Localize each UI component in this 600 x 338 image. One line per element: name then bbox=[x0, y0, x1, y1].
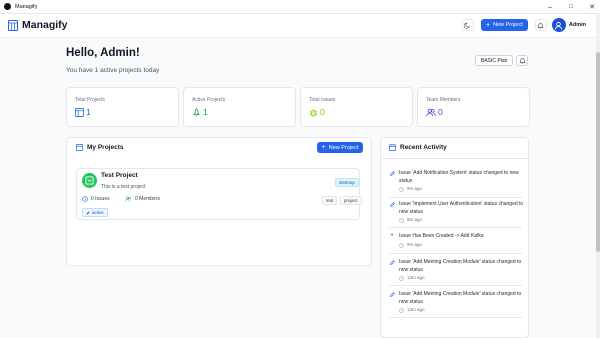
plus-icon: + bbox=[321, 144, 326, 151]
theme-toggle-button[interactable] bbox=[461, 19, 474, 31]
plus-icon: + bbox=[390, 232, 395, 239]
divider bbox=[381, 158, 528, 159]
project-description: This is a test project bbox=[101, 184, 146, 190]
clock-icon bbox=[82, 196, 88, 202]
bell-icon bbox=[537, 22, 544, 29]
moon-icon bbox=[464, 22, 471, 29]
maximize-button[interactable]: □ bbox=[567, 4, 575, 10]
clock-icon bbox=[399, 308, 404, 313]
divider bbox=[389, 197, 522, 198]
stat-card-active-projects: Active Projects 1 bbox=[183, 87, 296, 127]
edit-icon bbox=[390, 171, 395, 176]
my-projects-card: My Projects + New Project Test Project T… bbox=[66, 137, 372, 266]
activity-time: 13m ago bbox=[407, 275, 425, 280]
activity-text: Issue Has Been Created -> Add Kafka bbox=[399, 233, 484, 239]
activity-text: Issue 'Add Notification System' status c… bbox=[399, 170, 519, 184]
clock-icon bbox=[399, 276, 404, 281]
stat-value: 1 bbox=[86, 107, 91, 117]
new-project-label: New Project bbox=[493, 22, 523, 28]
new-project-button[interactable]: + New Project bbox=[480, 19, 528, 31]
project-tag: project bbox=[340, 196, 362, 205]
project-name[interactable]: Test Project bbox=[101, 172, 138, 179]
edit-icon bbox=[390, 260, 395, 265]
stat-label: Total Projects bbox=[75, 97, 106, 103]
stat-card-total-projects: Total Projects 1 bbox=[66, 87, 179, 127]
brand[interactable]: Managify bbox=[8, 19, 68, 31]
divider bbox=[389, 285, 522, 286]
window-titlebar: Managify – □ ✕ bbox=[0, 0, 600, 14]
notifications-button[interactable] bbox=[534, 19, 547, 31]
project-tag: test bbox=[322, 196, 338, 205]
project-avatar bbox=[82, 173, 97, 188]
recent-activity-card: Recent Activity Issue 'Add Notification … bbox=[380, 137, 529, 338]
stat-label: Total Issues bbox=[309, 97, 336, 103]
stat-value: 1 bbox=[203, 107, 208, 117]
kanban-logo-icon bbox=[8, 19, 18, 31]
user-icon bbox=[555, 21, 563, 30]
minimize-button[interactable]: – bbox=[546, 4, 554, 11]
users-icon bbox=[426, 108, 436, 116]
stat-value: 0 bbox=[438, 107, 443, 117]
project-status: active bbox=[92, 210, 104, 215]
window-title: Managify bbox=[15, 3, 38, 10]
edit-icon bbox=[390, 292, 395, 297]
vertical-scrollbar[interactable] bbox=[596, 14, 600, 338]
stat-label: Active Projects bbox=[192, 97, 226, 103]
plan-badge[interactable]: BASIC Plan bbox=[475, 55, 514, 66]
pencil-icon bbox=[86, 210, 90, 215]
my-projects-title: My Projects bbox=[87, 144, 124, 151]
avatar[interactable] bbox=[551, 18, 566, 32]
page-title: Hello, Admin! bbox=[66, 47, 140, 59]
plus-icon: + bbox=[486, 21, 491, 29]
stat-label: Team Members bbox=[426, 97, 461, 103]
project-glyph-icon bbox=[85, 176, 94, 185]
clock-icon bbox=[399, 218, 404, 223]
scrollbar-thumb[interactable] bbox=[596, 52, 600, 252]
stat-card-team-members: Team Members 0 bbox=[417, 87, 530, 127]
app-header: Managify + New Project Admin bbox=[0, 14, 596, 38]
app-icon bbox=[4, 3, 11, 10]
activity-time: 9m ago bbox=[407, 242, 423, 247]
bug-icon bbox=[309, 109, 318, 117]
edit-icon bbox=[390, 202, 395, 207]
recent-activity-title: Recent Activity bbox=[400, 144, 447, 151]
stat-value: 0 bbox=[320, 107, 325, 117]
divider bbox=[389, 253, 522, 254]
header-actions: + New Project Admin bbox=[461, 18, 596, 32]
clock-icon bbox=[399, 243, 404, 248]
divider bbox=[389, 227, 522, 228]
activity-time: 9m ago bbox=[407, 217, 423, 222]
activity-text: Issue 'Add Meeting Creation Module' stat… bbox=[399, 291, 522, 305]
divider bbox=[389, 317, 522, 318]
activity-time: 9m ago bbox=[407, 186, 423, 191]
project-status-badge: active bbox=[82, 208, 108, 217]
activity-text: Issue 'Add Meeting Creation Module' stat… bbox=[399, 259, 522, 273]
brand-name: Managify bbox=[22, 19, 68, 31]
window-controls: – □ ✕ bbox=[546, 0, 596, 14]
clock-icon bbox=[399, 187, 404, 192]
activity-time: 13m ago bbox=[407, 307, 425, 312]
calendar-icon bbox=[389, 144, 396, 151]
project-card[interactable]: Test Project This is a test project desk… bbox=[76, 168, 362, 220]
projects-icon bbox=[75, 107, 84, 117]
users-icon bbox=[125, 196, 131, 202]
project-issues-count: 0 Issues bbox=[91, 196, 110, 202]
main-content: Hello, Admin! You have 1 active projects… bbox=[0, 38, 596, 338]
rocket-icon bbox=[193, 107, 200, 117]
activity-text: Issue 'Implement User Authentication' st… bbox=[399, 201, 524, 215]
folder-icon bbox=[76, 144, 83, 151]
close-button[interactable]: ✕ bbox=[588, 3, 596, 11]
dashboard-notifications-button[interactable] bbox=[516, 55, 528, 66]
user-name[interactable]: Admin bbox=[569, 22, 586, 28]
new-project-button[interactable]: + New Project bbox=[317, 142, 363, 153]
stat-card-total-issues: Total Issues 0 bbox=[300, 87, 413, 127]
project-platform-badge: desktop bbox=[335, 178, 359, 187]
project-members-count: 0 Members bbox=[135, 196, 161, 202]
bell-icon bbox=[518, 58, 526, 64]
page-subtitle: You have 1 active projects today bbox=[66, 67, 160, 74]
new-project-label: New Project bbox=[328, 144, 359, 151]
